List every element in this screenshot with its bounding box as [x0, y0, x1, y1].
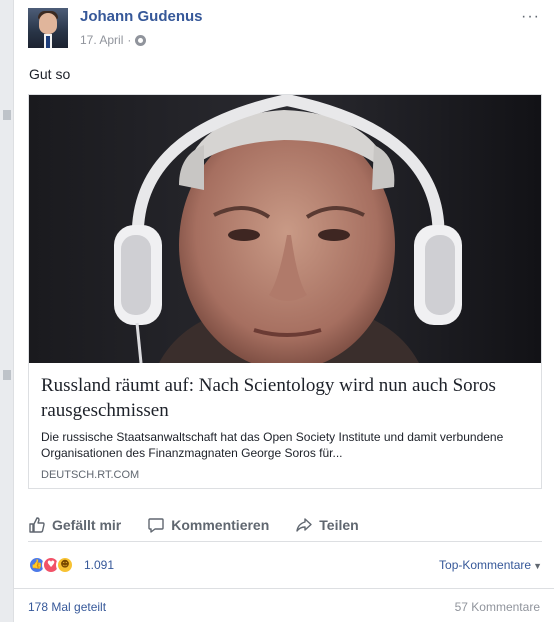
post-text: Gut so [29, 66, 71, 82]
haha-reaction-icon: ☻ [56, 556, 74, 574]
like-button[interactable]: Gefällt mir [28, 516, 121, 534]
post-card: Johann Gudenus 17. April · ··· Gut so Ru… [13, 0, 554, 622]
share-label: Teilen [319, 516, 359, 533]
comment-button[interactable]: Kommentieren [147, 516, 269, 534]
meta-separator: · [127, 33, 132, 47]
comment-sort-dropdown[interactable]: Top-Kommentare ▼ [439, 558, 542, 572]
link-details[interactable]: Russland räumt auf: Nach Scientology wir… [29, 363, 541, 488]
globe-icon[interactable] [135, 34, 147, 46]
caret-down-icon: ▼ [533, 561, 542, 571]
portrait-illustration [29, 95, 541, 363]
link-title[interactable]: Russland räumt auf: Nach Scientology wir… [41, 373, 529, 423]
reaction-icons[interactable]: 👍 ♥ ☻ [28, 556, 74, 574]
author-avatar[interactable] [28, 8, 68, 48]
post-meta: 17. April · [80, 33, 147, 47]
link-description: Die russische Staatsanwaltschaft hat das… [41, 430, 504, 460]
post-actions: Gefällt mir Kommentieren Teilen [28, 508, 542, 542]
comment-count[interactable]: 57 Kommentare [455, 600, 540, 614]
section-divider [14, 588, 554, 589]
avatar-face [39, 13, 57, 34]
like-label: Gefällt mir [52, 516, 122, 533]
comment-icon [148, 517, 164, 533]
reactions-bar: 👍 ♥ ☻ 1.091 Top-Kommentare ▼ [28, 556, 542, 576]
more-options-button[interactable]: ··· [521, 8, 540, 26]
thumbs-up-icon [29, 516, 45, 533]
page-left-edge [0, 0, 13, 622]
author-name[interactable]: Johann Gudenus [80, 8, 203, 25]
post-date[interactable]: 17. April [80, 33, 123, 47]
reaction-count[interactable]: 1.091 [84, 558, 114, 572]
share-count[interactable]: 178 Mal geteilt [28, 600, 106, 614]
edge-marker [3, 370, 11, 380]
share-button[interactable]: Teilen [295, 516, 359, 534]
link-image[interactable] [29, 95, 541, 363]
sort-label: Top-Kommentare [439, 558, 532, 572]
avatar-tie [46, 36, 50, 48]
link-domain: DEUTSCH.RT.COM [41, 469, 140, 481]
comment-label: Kommentieren [171, 516, 270, 533]
share-icon [296, 517, 312, 532]
post-header: Johann Gudenus 17. April · ··· [28, 8, 554, 54]
link-preview[interactable]: Russland räumt auf: Nach Scientology wir… [28, 94, 542, 489]
edge-marker [3, 110, 11, 120]
